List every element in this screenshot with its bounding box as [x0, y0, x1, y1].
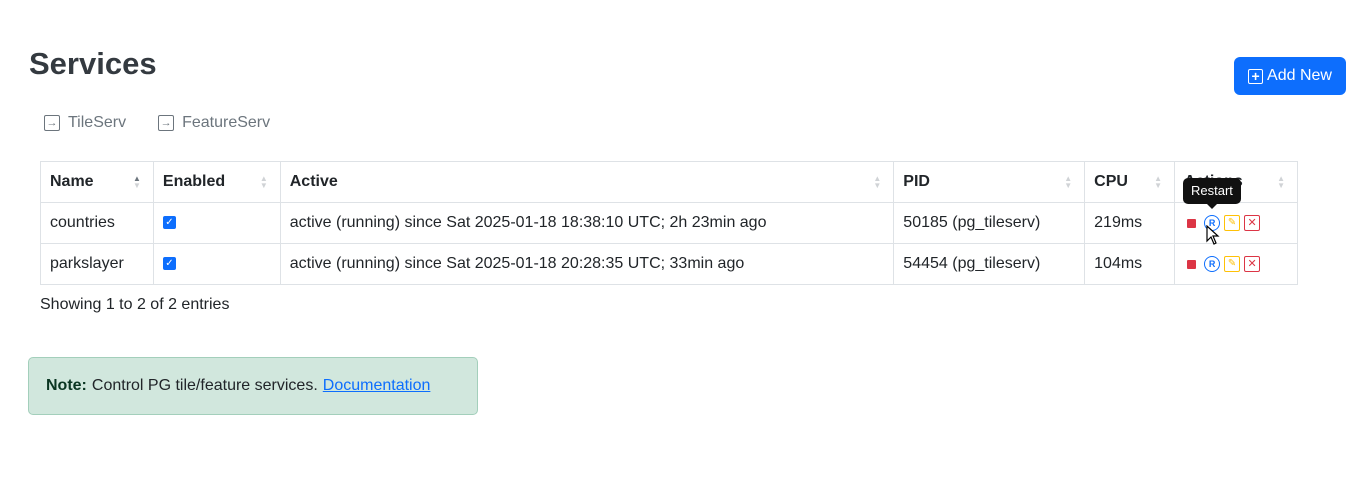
- table-row: parkslayer ✓ active (running) since Sat …: [40, 243, 1298, 285]
- page-title: Services: [29, 46, 157, 81]
- sort-ascending-icon: ▲ ▼: [133, 174, 141, 190]
- cell-actions: R ✎ ✕: [1174, 243, 1298, 285]
- featureserv-link[interactable]: → FeatureServ: [158, 114, 270, 132]
- services-table: Name ▲ ▼ Enabled ▲ ▼ Active ▲ ▼ PID ▲ ▼ CPU: [40, 161, 1298, 285]
- restart-icon[interactable]: R: [1204, 256, 1221, 272]
- note-label: Note:: [46, 377, 87, 394]
- service-links: → TileServ → FeatureServ: [44, 114, 270, 132]
- cell-actions: R ✎ ✕: [1174, 202, 1298, 244]
- restart-tooltip: Restart: [1183, 178, 1241, 209]
- cell-cpu: 219ms: [1084, 202, 1176, 244]
- column-header-enabled[interactable]: Enabled ▲ ▼: [152, 161, 281, 203]
- tileserv-label: TileServ: [68, 114, 127, 131]
- sort-icon: ▲ ▼: [1277, 174, 1285, 190]
- column-header-cpu[interactable]: CPU ▲ ▼: [1084, 161, 1176, 203]
- sort-icon: ▲ ▼: [1064, 174, 1073, 190]
- cell-enabled: ✓: [152, 202, 281, 244]
- sort-icon: ▲ ▼: [873, 174, 882, 190]
- add-new-label: Add New: [1267, 67, 1332, 84]
- enabled-checkbox[interactable]: ✓: [162, 216, 176, 230]
- sort-icon: ▲ ▼: [259, 174, 268, 190]
- add-new-button[interactable]: + Add New: [1234, 57, 1346, 95]
- enabled-checkbox[interactable]: ✓: [162, 257, 176, 271]
- table-header-row: Name ▲ ▼ Enabled ▲ ▼ Active ▲ ▼ PID ▲ ▼ CPU: [40, 161, 1298, 203]
- note-text: Control PG tile/feature services.: [91, 377, 318, 394]
- edit-icon[interactable]: ✎: [1224, 256, 1241, 272]
- cell-active: active (running) since Sat 2025-01-18 20…: [279, 243, 895, 285]
- documentation-link[interactable]: Documentation: [323, 377, 431, 395]
- tileserv-link[interactable]: → TileServ: [44, 114, 126, 132]
- featureserv-label: FeatureServ: [182, 114, 271, 131]
- plus-square-icon: +: [1248, 68, 1264, 84]
- mouse-cursor-icon: [1206, 225, 1220, 245]
- table-row: countries ✓ active (running) since Sat 2…: [40, 202, 1298, 244]
- cell-pid: 54454 (pg_tileserv): [893, 243, 1086, 285]
- stop-icon[interactable]: [1187, 218, 1197, 228]
- delete-icon[interactable]: ✕: [1244, 215, 1261, 231]
- cell-name: countries: [40, 202, 154, 244]
- sort-icon: ▲ ▼: [1154, 174, 1163, 190]
- box-arrow-in-right-icon: →: [158, 115, 175, 131]
- column-header-active[interactable]: Active ▲ ▼: [279, 161, 895, 203]
- stop-icon[interactable]: [1187, 259, 1197, 269]
- box-arrow-in-right-icon: →: [44, 115, 60, 131]
- delete-icon[interactable]: ✕: [1244, 256, 1261, 272]
- note-alert: Note: Control PG tile/feature services. …: [28, 357, 478, 415]
- cell-cpu: 104ms: [1084, 243, 1176, 285]
- cell-active: active (running) since Sat 2025-01-18 18…: [279, 202, 895, 244]
- page: Services + Add New → TileServ → FeatureS…: [0, 0, 1363, 477]
- cell-enabled: ✓: [152, 243, 281, 285]
- column-header-pid[interactable]: PID ▲ ▼: [893, 161, 1086, 203]
- cell-name: parkslayer: [40, 243, 154, 285]
- edit-icon[interactable]: ✎: [1224, 215, 1241, 231]
- column-header-name[interactable]: Name ▲ ▼: [40, 161, 154, 203]
- entries-info: Showing 1 to 2 of 2 entries: [40, 296, 230, 313]
- cell-pid: 50185 (pg_tileserv): [893, 202, 1086, 244]
